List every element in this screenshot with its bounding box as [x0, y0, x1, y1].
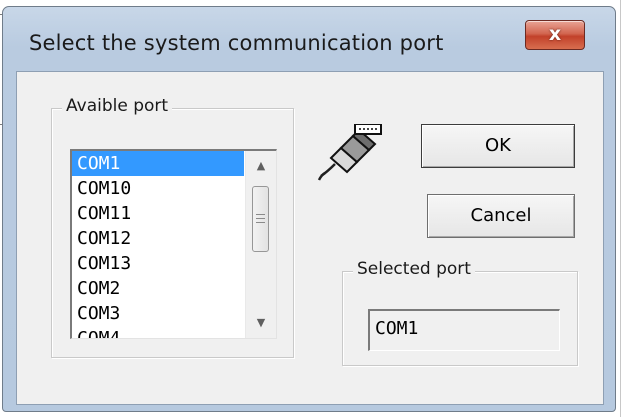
port-list-item[interactable]: COM1 — [72, 151, 244, 176]
list-scrollbar[interactable]: ▲ ▼ — [245, 151, 276, 338]
thumb-grip — [256, 214, 265, 215]
dialog-title: Select the system communication port — [29, 31, 444, 55]
port-list-item[interactable]: COM2 — [72, 276, 244, 301]
selected-port-field: COM1 — [368, 309, 560, 351]
available-port-label: Avaible port — [62, 96, 173, 116]
port-list: COM1 COM10 COM11 COM12 COM13 COM2 COM3 COM4 — [72, 151, 244, 338]
port-list-item[interactable]: COM4 — [72, 326, 244, 338]
close-icon: x — [548, 23, 562, 45]
port-list-item[interactable]: COM12 — [72, 226, 244, 251]
selected-port-label: Selected port — [353, 259, 475, 279]
ok-button[interactable]: OK — [421, 124, 575, 168]
scroll-up-arrow-icon[interactable]: ▲ — [246, 153, 276, 179]
port-list-item[interactable]: COM13 — [72, 251, 244, 276]
thumb-grip — [256, 222, 265, 223]
cancel-button[interactable]: Cancel — [427, 194, 575, 238]
available-port-group: Avaible port COM1 COM10 COM11 COM12 COM13 COM… — [51, 96, 294, 358]
background-edge — [620, 0, 621, 417]
close-button[interactable]: x — [525, 20, 585, 50]
port-select-dialog: Select the system communication port x A… — [2, 6, 616, 412]
port-list-item[interactable]: COM11 — [72, 201, 244, 226]
port-list-item[interactable]: COM3 — [72, 301, 244, 326]
selected-port-group: Selected port COM1 — [342, 259, 578, 366]
serial-cable-icon — [317, 124, 382, 181]
thumb-grip — [256, 218, 265, 219]
scroll-thumb[interactable] — [252, 186, 269, 252]
dialog-client-area: Avaible port COM1 COM10 COM11 COM12 COM13 COM… — [16, 71, 604, 405]
scroll-down-arrow-icon[interactable]: ▼ — [246, 310, 276, 336]
port-list-item[interactable]: COM10 — [72, 176, 244, 201]
port-listbox[interactable]: COM1 COM10 COM11 COM12 COM13 COM2 COM3 COM4 ▲ ▼ — [70, 149, 277, 339]
